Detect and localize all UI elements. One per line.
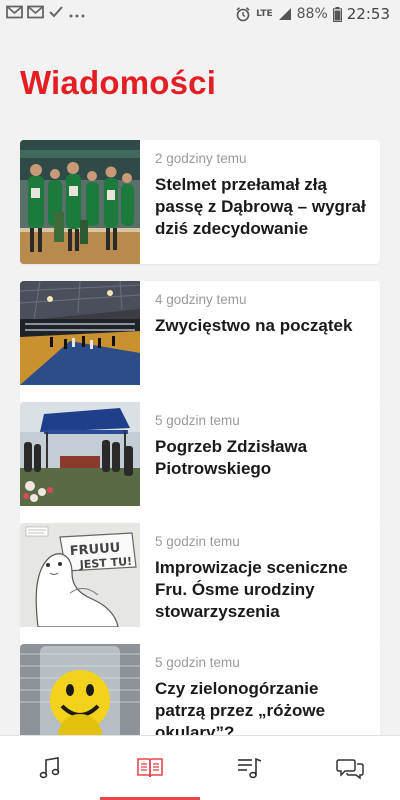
bottom-navigation	[0, 735, 400, 800]
fruuu-poster-photo: FRUUU JEST TU!	[20, 523, 140, 627]
status-bar: LTE 88% 22:53	[0, 0, 400, 28]
notification-icons	[6, 5, 86, 19]
news-card[interactable]: FRUUU JEST TU! 5 godzin temu Improwizacj…	[20, 523, 380, 647]
news-card[interactable]: 5 godzin temu Pogrzeb Zdzisława Piotrows…	[20, 402, 380, 526]
music-icon	[39, 757, 60, 779]
nav-playlist[interactable]	[200, 736, 300, 800]
alarm-icon	[236, 7, 250, 22]
article-time: 2 godziny temu	[155, 151, 247, 166]
clock: 22:53	[346, 5, 390, 23]
system-status: LTE 88% 22:53	[235, 5, 390, 23]
more-dots-icon	[69, 14, 85, 18]
page-title: Wiadomości	[20, 64, 217, 101]
network-label: LTE	[256, 8, 273, 19]
article-time: 5 godzin temu	[155, 413, 240, 428]
battery-icon	[332, 6, 342, 22]
check-icon	[49, 6, 63, 18]
news-card[interactable]: 4 godziny temu Zwycięstwo na początek	[20, 281, 380, 405]
article-thumbnail	[20, 402, 140, 526]
article-thumbnail	[20, 281, 140, 405]
basketball-team-photo	[20, 140, 140, 264]
article-title[interactable]: Improwizacje sceniczne Fru. Ósme urodzin…	[155, 557, 370, 623]
nav-music[interactable]	[0, 736, 100, 800]
chat-icon	[336, 759, 364, 780]
article-title[interactable]: Stelmet przełamał złą passę z Dąbrową – …	[155, 174, 370, 240]
signal-icon	[278, 8, 291, 20]
funeral-tent-photo	[20, 402, 140, 506]
article-title[interactable]: Zwycięstwo na początek	[155, 315, 370, 337]
mail-icon	[27, 5, 44, 19]
article-time: 5 godzin temu	[155, 655, 240, 670]
nav-chat[interactable]	[300, 736, 400, 800]
article-title[interactable]: Pogrzeb Zdzisława Piotrowskiego	[155, 436, 370, 480]
playlist-icon	[238, 757, 262, 779]
news-card[interactable]: 2 godziny temu Stelmet przełamał złą pas…	[20, 140, 380, 264]
smiley-ball-photo	[20, 644, 140, 748]
battery-percent: 88%	[296, 6, 328, 22]
news-book-icon	[137, 758, 163, 778]
basketball-hall-photo	[20, 281, 140, 385]
article-time: 5 godzin temu	[155, 534, 240, 549]
article-time: 4 godziny temu	[155, 292, 247, 307]
article-thumbnail	[20, 140, 140, 264]
mail-icon	[6, 5, 23, 19]
nav-news[interactable]	[100, 736, 200, 800]
article-thumbnail: FRUUU JEST TU!	[20, 523, 140, 647]
